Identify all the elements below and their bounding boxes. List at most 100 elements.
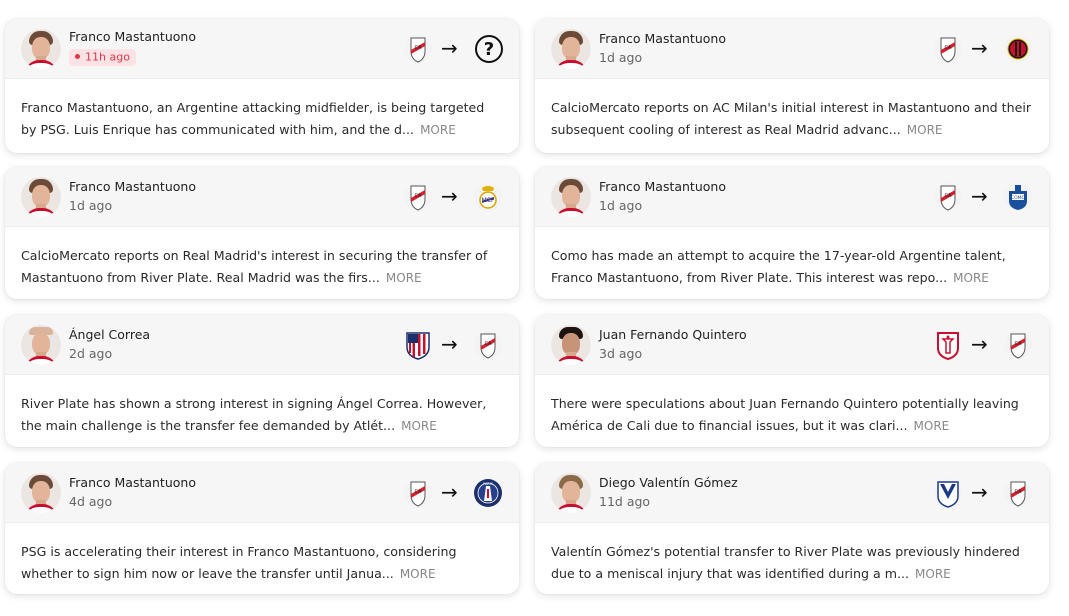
more-link[interactable]: MORE: [401, 419, 437, 433]
svg-text:PARIS: PARIS: [483, 482, 494, 486]
svg-text:CA: CA: [485, 341, 492, 347]
player-avatar[interactable]: [21, 29, 61, 69]
more-link[interactable]: MORE: [915, 567, 951, 581]
arrow-right-icon: →: [971, 36, 988, 60]
river-plate-crest-icon[interactable]: CA: [1003, 329, 1033, 361]
player-name[interactable]: Franco Mastantuono: [599, 179, 726, 194]
card-body: Franco Mastantuono, an Argentine attacki…: [5, 79, 519, 141]
news-card[interactable]: Juan Fernando Quintero 3d ago → CA There…: [535, 315, 1049, 447]
america-de-cali-crest-icon[interactable]: [933, 329, 963, 361]
card-header: Franco Mastantuono 1d ago CA → COMO: [535, 167, 1049, 227]
time-ago: 1d ago: [599, 50, 643, 65]
river-plate-crest-icon[interactable]: CA: [1003, 477, 1033, 509]
live-dot-icon: [75, 53, 80, 59]
arrow-right-icon: →: [441, 184, 458, 208]
svg-text:CA: CA: [945, 193, 952, 199]
svg-text:MCF: MCF: [482, 197, 495, 204]
river-plate-crest-icon[interactable]: CA: [933, 33, 963, 65]
river-plate-crest-icon[interactable]: CA: [403, 33, 433, 65]
transfer-route: → CA: [933, 329, 1033, 361]
more-link[interactable]: MORE: [914, 419, 950, 433]
card-body: Valentín Gómez's potential transfer to R…: [535, 523, 1049, 585]
river-plate-crest-icon[interactable]: CA: [403, 477, 433, 509]
player-avatar[interactable]: [551, 473, 591, 513]
time-ago: 3d ago: [599, 346, 643, 361]
card-header: Franco Mastantuono 1d ago CA → MCF: [5, 167, 519, 227]
news-card[interactable]: Franco Mastantuono 4d ago CA → PARIS PSG…: [5, 463, 519, 594]
transfer-route: CA → COMO: [933, 181, 1033, 213]
river-plate-crest-icon[interactable]: CA: [403, 181, 433, 213]
transfer-route: CA →: [933, 33, 1033, 65]
psg-crest-icon[interactable]: PARIS: [473, 477, 503, 509]
svg-text:CA: CA: [415, 193, 422, 199]
ac-milan-crest-icon[interactable]: [1003, 33, 1033, 65]
card-header: Franco Mastantuono 11h ago CA → ?: [5, 19, 519, 79]
time-ago: 11d ago: [599, 494, 651, 509]
atletico-madrid-crest-icon[interactable]: [403, 329, 433, 361]
news-snippet: CalcioMercato reports on AC Milan's init…: [551, 100, 1032, 137]
card-body: There were speculations about Juan Ferna…: [535, 375, 1049, 437]
recent-time-badge: 11h ago: [69, 49, 136, 66]
time-ago: 1d ago: [69, 198, 113, 213]
player-name[interactable]: Franco Mastantuono: [69, 179, 196, 194]
card-body: CalcioMercato reports on AC Milan's init…: [535, 79, 1049, 141]
player-name[interactable]: Franco Mastantuono: [69, 29, 196, 44]
arrow-right-icon: →: [971, 480, 988, 504]
news-card[interactable]: Franco Mastantuono 11h ago CA → ? Franco…: [5, 19, 519, 153]
news-card[interactable]: Ángel Correa 2d ago → CA River Plate has…: [5, 315, 519, 447]
svg-text:CA: CA: [945, 45, 952, 51]
more-link[interactable]: MORE: [907, 123, 943, 137]
player-avatar[interactable]: [551, 29, 591, 69]
arrow-right-icon: →: [441, 332, 458, 356]
card-header: Juan Fernando Quintero 3d ago → CA: [535, 315, 1049, 375]
arrow-right-icon: →: [441, 480, 458, 504]
river-plate-crest-icon[interactable]: CA: [933, 181, 963, 213]
real-madrid-crest-icon[interactable]: MCF: [473, 181, 503, 213]
news-card[interactable]: Diego Valentín Gómez 11d ago → CA Valent…: [535, 463, 1049, 594]
news-snippet: Como has made an attempt to acquire the …: [551, 248, 1006, 285]
news-card[interactable]: Franco Mastantuono 1d ago CA → MCF Calci…: [5, 167, 519, 299]
arrow-right-icon: →: [971, 184, 988, 208]
transfer-route: → CA: [933, 477, 1033, 509]
transfer-route: CA → MCF: [403, 181, 503, 213]
player-name[interactable]: Franco Mastantuono: [69, 475, 196, 490]
news-snippet: PSG is accelerating their interest in Fr…: [21, 544, 457, 581]
card-header: Diego Valentín Gómez 11d ago → CA: [535, 463, 1049, 523]
player-name[interactable]: Juan Fernando Quintero: [599, 327, 747, 342]
svg-text:CA: CA: [1015, 489, 1022, 495]
player-name[interactable]: Franco Mastantuono: [599, 31, 726, 46]
time-ago: 4d ago: [69, 494, 113, 509]
svg-text:CA: CA: [415, 45, 422, 51]
velez-sarsfield-crest-icon[interactable]: [933, 477, 963, 509]
player-avatar[interactable]: [21, 473, 61, 513]
news-snippet: Franco Mastantuono, an Argentine attacki…: [21, 100, 485, 137]
svg-text:CA: CA: [1015, 341, 1022, 347]
player-name[interactable]: Diego Valentín Gómez: [599, 475, 738, 490]
more-link[interactable]: MORE: [953, 271, 989, 285]
time-ago: 1d ago: [599, 198, 643, 213]
card-body: Como has made an attempt to acquire the …: [535, 227, 1049, 289]
transfer-route: CA → PARIS: [403, 477, 503, 509]
arrow-right-icon: →: [971, 332, 988, 356]
time-ago: 2d ago: [69, 346, 113, 361]
more-link[interactable]: MORE: [400, 567, 436, 581]
player-name[interactable]: Ángel Correa: [69, 327, 150, 342]
como-crest-icon[interactable]: COMO: [1003, 181, 1033, 213]
card-header: Franco Mastantuono 1d ago CA →: [535, 19, 1049, 79]
player-avatar[interactable]: [21, 325, 61, 365]
transfer-route: → CA: [403, 329, 503, 361]
news-card[interactable]: Franco Mastantuono 1d ago CA → CalcioMer…: [535, 19, 1049, 153]
news-card[interactable]: Franco Mastantuono 1d ago CA → COMO Como…: [535, 167, 1049, 299]
more-link[interactable]: MORE: [386, 271, 422, 285]
river-plate-crest-icon[interactable]: CA: [473, 329, 503, 361]
player-avatar[interactable]: [551, 177, 591, 217]
arrow-right-icon: →: [441, 36, 458, 60]
card-header: Ángel Correa 2d ago → CA: [5, 315, 519, 375]
card-body: PSG is accelerating their interest in Fr…: [5, 523, 519, 585]
unknown-club-icon: ?: [475, 35, 503, 63]
player-avatar[interactable]: [21, 177, 61, 217]
card-header: Franco Mastantuono 4d ago CA → PARIS: [5, 463, 519, 523]
player-avatar[interactable]: [551, 325, 591, 365]
more-link[interactable]: MORE: [420, 123, 456, 137]
card-body: River Plate has shown a strong interest …: [5, 375, 519, 437]
